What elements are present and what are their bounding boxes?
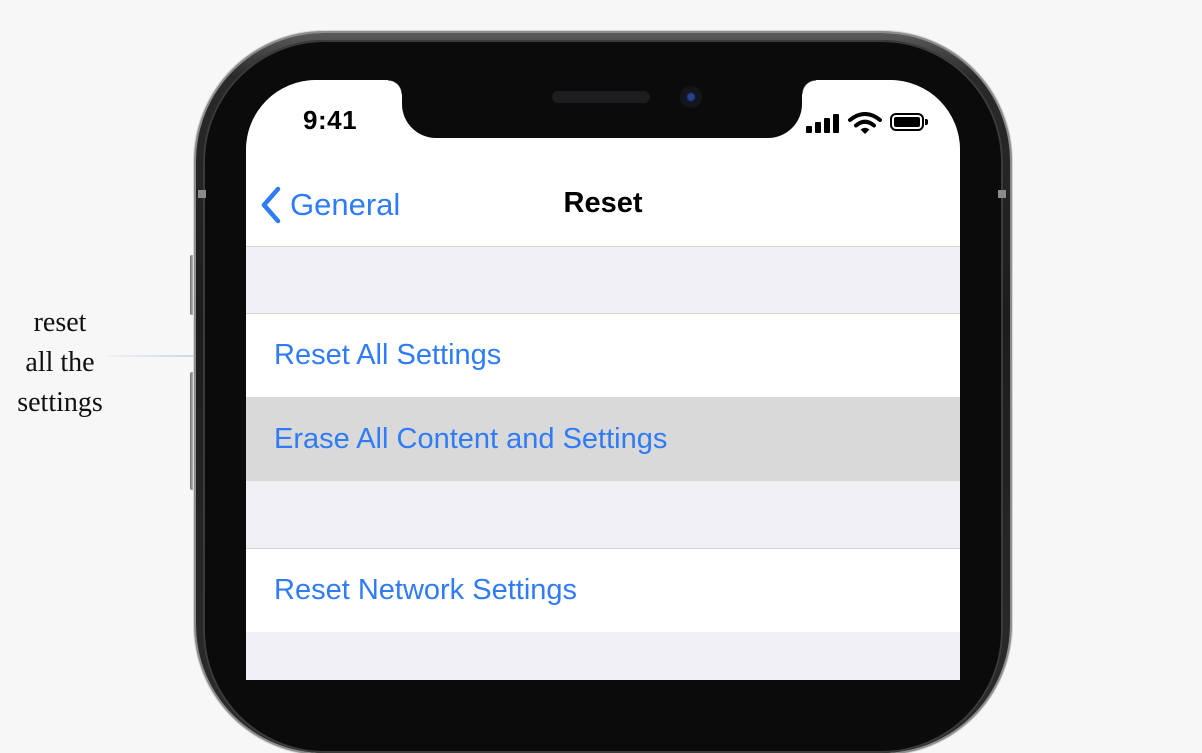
phone-screen: 9:41 General Reset Reset All Settings Er… — [246, 80, 960, 680]
annotation-line-2: all the — [25, 347, 95, 378]
status-icons — [806, 112, 936, 135]
page-title: Reset — [563, 187, 643, 219]
reset-network-settings-label: Reset Network Settings — [274, 574, 578, 606]
reset-all-settings-label: Reset All Settings — [274, 339, 502, 371]
status-time: 9:41 — [303, 105, 358, 135]
notch — [388, 80, 816, 138]
reset-all-settings-cell[interactable]: Reset All Settings — [246, 313, 960, 397]
cellular-signal-icon — [806, 113, 840, 133]
front-camera — [680, 86, 702, 108]
antenna-band — [998, 190, 1006, 198]
annotation-label: reset all the settings — [0, 303, 120, 423]
reset-network-settings-cell[interactable]: Reset Network Settings — [246, 548, 960, 632]
navigation-bar: General Reset — [246, 160, 960, 247]
earpiece-speaker — [552, 91, 650, 103]
erase-all-content-label: Erase All Content and Settings — [274, 422, 668, 455]
wifi-icon — [848, 112, 882, 134]
annotation-line-3: settings — [17, 387, 103, 418]
antenna-band — [198, 190, 206, 198]
erase-all-content-cell[interactable]: Erase All Content and Settings — [246, 397, 960, 481]
battery-icon — [890, 113, 928, 131]
annotation-line-1: reset — [33, 307, 87, 338]
